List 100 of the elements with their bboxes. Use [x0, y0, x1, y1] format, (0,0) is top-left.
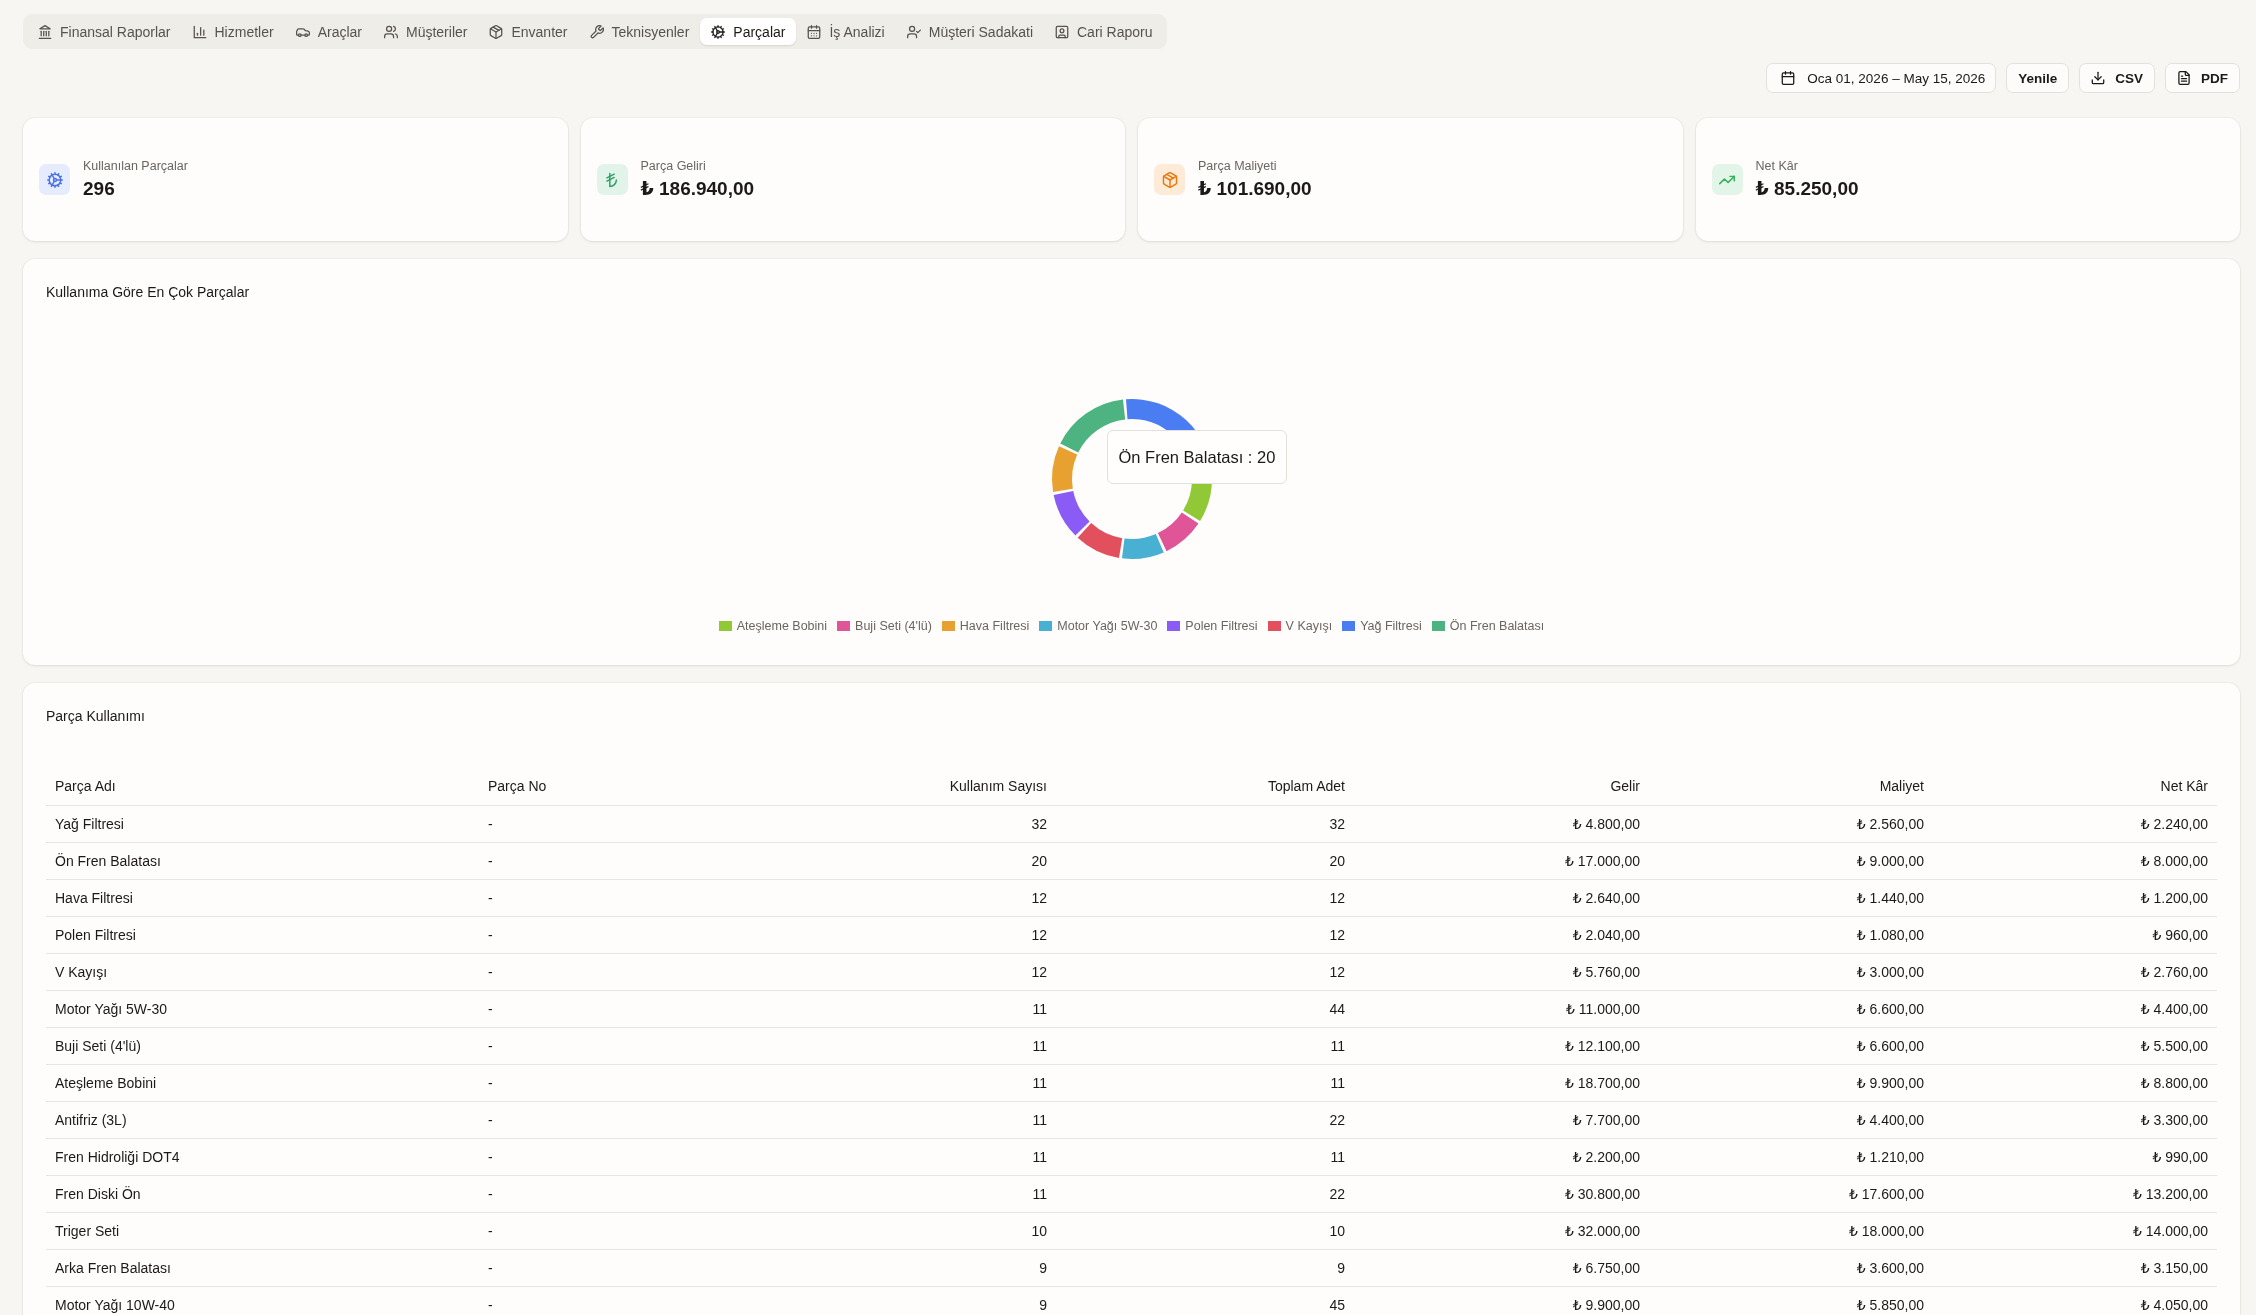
tab[interactable]: Cari Raporu — [1044, 18, 1164, 45]
table-cell: ₺ 12.100,00 — [1564, 1037, 1640, 1055]
calendar-icon — [1781, 71, 1796, 85]
table-cell: 12 — [1329, 889, 1345, 907]
stat-value: 296 — [83, 178, 116, 200]
table-cell: ₺ 2.200,00 — [1572, 1148, 1640, 1166]
column-header: Parça Adı — [55, 778, 116, 795]
table-cell: Ön Fren Balatası — [55, 852, 161, 870]
tab[interactable]: Müşteri Sadakati — [895, 18, 1044, 45]
column-header: Net Kâr — [2160, 778, 2208, 795]
table-cell: 11 — [1032, 1185, 1047, 1203]
table-cell: 11 — [1032, 1111, 1047, 1129]
table-cell: - — [488, 1000, 493, 1018]
table-cell: ₺ 18.700,00 — [1564, 1074, 1640, 1092]
table-cell: 22 — [1329, 1185, 1345, 1203]
stat-label: Parça Maliyeti — [1198, 159, 1278, 174]
chart-tooltip: Ön Fren Balatası : 20 — [1106, 430, 1288, 484]
table-cell: ₺ 1.210,00 — [1856, 1148, 1924, 1166]
table-cell: ₺ 6.600,00 — [1856, 1037, 1924, 1055]
download-icon — [2091, 71, 2106, 85]
table-cell: ₺ 2.040,00 — [1572, 926, 1640, 944]
contact-card-icon — [1055, 24, 1069, 39]
table-cell: ₺ 1.440,00 — [1856, 889, 1924, 907]
date-range-button[interactable]: Oca 01, 2026 – May 15, 2026 — [1766, 63, 1997, 93]
stat-label: Kullanılan Parçalar — [83, 159, 188, 174]
table-cell: ₺ 9.000,00 — [1856, 852, 1924, 870]
stat-label: Parça Geliri — [640, 159, 707, 174]
legend-label: Hava Filtresi — [959, 618, 1030, 634]
table-cell: ₺ 17.600,00 — [1848, 1185, 1924, 1203]
table-cell: ₺ 6.750,00 — [1572, 1259, 1640, 1277]
stat-label: Net Kâr — [1755, 159, 1799, 174]
column-header: Maliyet — [1879, 778, 1924, 795]
legend-label: Yağ Filtresi — [1360, 618, 1422, 634]
lira-icon — [596, 164, 628, 195]
table-cell: ₺ 13.200,00 — [2132, 1185, 2208, 1203]
table-cell: - — [488, 1148, 493, 1166]
table-cell: ₺ 9.900,00 — [1856, 1074, 1924, 1092]
tab[interactable]: Müşteriler — [373, 18, 479, 45]
donut-slice — [1053, 491, 1090, 536]
table-cell: ₺ 4.400,00 — [2140, 1000, 2208, 1018]
tab[interactable]: İş Analizi — [796, 18, 896, 45]
csv-export-button[interactable]: CSV — [2079, 63, 2155, 93]
table-cell: 44 — [1329, 1000, 1345, 1018]
table-cell: Yağ Filtresi — [55, 815, 124, 833]
tab[interactable]: Finansal Raporlar — [27, 18, 182, 45]
table-cell: Buji Seti (4'lü) — [55, 1037, 141, 1055]
legend-label: Ön Fren Balatası — [1449, 618, 1545, 634]
table-cell: - — [488, 1185, 493, 1203]
table-cell: ₺ 2.760,00 — [2140, 963, 2208, 981]
bar-chart-icon — [192, 24, 207, 39]
table-cell: - — [488, 963, 493, 981]
table-cell: 20 — [1031, 852, 1047, 870]
table-cell: 11 — [1330, 1148, 1345, 1166]
table-cell: 12 — [1031, 926, 1047, 944]
tab[interactable]: Envanter — [478, 18, 579, 45]
file-icon — [2177, 71, 2191, 85]
tab[interactable]: Teknisyenler — [578, 18, 701, 45]
column-header: Kullanım Sayısı — [949, 778, 1047, 795]
trend-up-icon — [1711, 164, 1743, 195]
table-cell: ₺ 17.000,00 — [1564, 852, 1640, 870]
table-cell: - — [488, 1074, 493, 1092]
stat-value: ₺ 85.250,00 — [1755, 178, 1859, 200]
table-cell: 20 — [1329, 852, 1345, 870]
table-cell: 9 — [1039, 1296, 1047, 1314]
table-cell: ₺ 5.850,00 — [1856, 1296, 1924, 1314]
refresh-button[interactable]: Yenile — [2006, 63, 2070, 93]
tab[interactable]: Hizmetler — [181, 18, 285, 45]
table-cell: ₺ 1.080,00 — [1856, 926, 1924, 944]
tab[interactable]: Parçalar — [700, 18, 797, 45]
table-cell: Polen Filtresi — [55, 926, 136, 944]
table-title: Parça Kullanımı — [46, 707, 146, 725]
table-cell: ₺ 4.800,00 — [1572, 815, 1640, 833]
table-cell: 10 — [1031, 1222, 1047, 1240]
table-cell: ₺ 18.000,00 — [1848, 1222, 1924, 1240]
table-cell: ₺ 6.600,00 — [1856, 1000, 1924, 1018]
user-check-icon — [906, 24, 921, 39]
tab[interactable]: Araçlar — [284, 18, 373, 45]
table-cell: ₺ 3.300,00 — [2140, 1111, 2208, 1129]
table-cell: 12 — [1031, 889, 1047, 907]
table-cell: ₺ 8.800,00 — [2140, 1074, 2208, 1092]
table-cell: - — [488, 926, 493, 944]
table-cell: - — [488, 815, 493, 833]
table-cell: - — [488, 1222, 493, 1240]
table-cell: 9 — [1337, 1259, 1345, 1277]
table-cell: ₺ 1.200,00 — [2140, 889, 2208, 907]
table-cell: 9 — [1039, 1259, 1047, 1277]
stat-value: ₺ 186.940,00 — [640, 178, 755, 200]
chart-title: Kullanıma Göre En Çok Parçalar — [46, 283, 251, 301]
table-cell: 11 — [1032, 1037, 1047, 1055]
table-cell: ₺ 4.050,00 — [2140, 1296, 2208, 1314]
legend-label: Buji Seti (4'lü) — [855, 618, 932, 634]
table-cell: 32 — [1031, 815, 1047, 833]
table-cell: 11 — [1330, 1074, 1345, 1092]
pdf-export-button[interactable]: PDF — [2165, 63, 2240, 93]
table-cell: 12 — [1329, 963, 1345, 981]
table-cell: ₺ 3.150,00 — [2140, 1259, 2208, 1277]
box-icon — [1154, 164, 1185, 195]
table-cell: 10 — [1329, 1222, 1345, 1240]
bank-icon — [38, 24, 52, 39]
table-cell: Triger Seti — [55, 1222, 120, 1240]
